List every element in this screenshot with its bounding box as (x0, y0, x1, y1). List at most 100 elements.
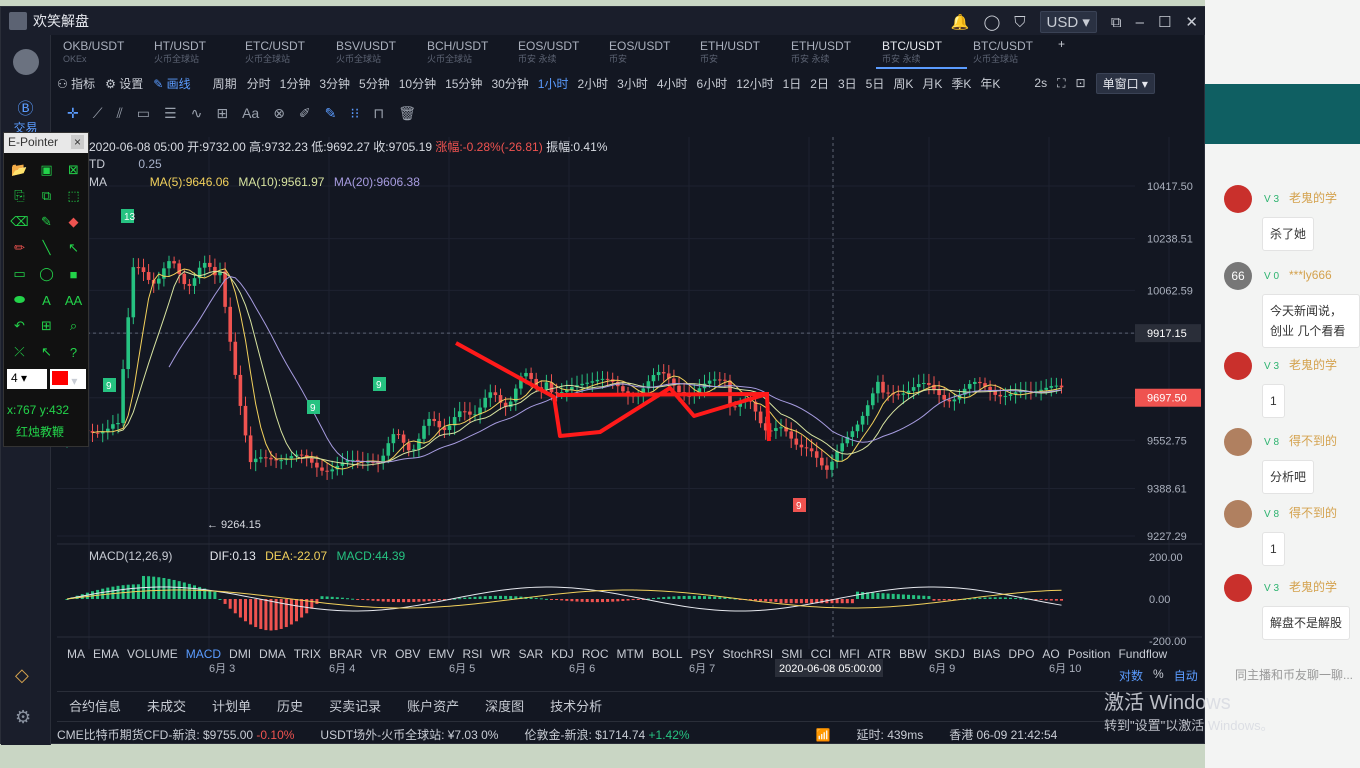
window-select[interactable]: 单窗口 ▾ (1095, 72, 1155, 94)
period-item[interactable]: 15分钟 (445, 75, 482, 92)
pen-icon[interactable]: ✏ (6, 235, 33, 261)
add-tab-icon[interactable]: + (1058, 37, 1065, 69)
percent-toggle[interactable]: % (1153, 667, 1164, 684)
wave-icon[interactable]: ∿ (191, 105, 203, 122)
help-icon[interactable]: ? (60, 339, 87, 365)
lock-icon[interactable]: ⊓ (373, 105, 384, 122)
period-item[interactable]: 2小时 (577, 75, 608, 92)
period-item[interactable]: 3分钟 (319, 75, 350, 92)
symbol-tab[interactable]: BTC/USDT 币安 永续 (876, 37, 967, 69)
picker-icon[interactable]: ✎ (33, 209, 60, 235)
popout-icon[interactable]: ⧉ (1111, 14, 1122, 31)
symbol-tab[interactable]: EOS/USDT 币安 永续 (512, 37, 603, 69)
filled-rect-icon[interactable]: ■ (60, 261, 87, 287)
bottom-tab[interactable]: 计划单 (212, 696, 251, 715)
copy-icon[interactable]: ⎘ (6, 183, 33, 209)
period-item[interactable]: 30分钟 (491, 75, 528, 92)
symbol-tab[interactable]: BTC/USDT 火币全球站 (967, 37, 1058, 69)
ellipse-icon[interactable]: ◯ (33, 261, 60, 287)
symbol-tab[interactable]: ETC/USDT 火币全球站 (239, 37, 330, 69)
indicator-item[interactable]: WR (490, 647, 510, 661)
pattern-icon[interactable]: ⊞ (216, 105, 228, 122)
filled-ellipse-icon[interactable]: ⬬ (6, 287, 33, 313)
visibility-icon[interactable]: ⁝⁝ (350, 105, 359, 122)
indicator-item[interactable]: MFI (839, 647, 860, 661)
settings-icon[interactable]: ⚙ (15, 707, 31, 728)
ruler-icon[interactable]: ✐ (299, 105, 311, 122)
epointer-size[interactable]: 4 ▾ (7, 369, 47, 389)
indicator-item[interactable]: EMV (428, 647, 454, 661)
undo-icon[interactable]: ↶ (6, 313, 33, 339)
minimize-icon[interactable]: – (1136, 14, 1144, 31)
price-chart[interactable]: 10417.50 10238.51 10062.59 9917.15 9697.50 95… (57, 129, 1202, 689)
open-icon[interactable]: 📂 (6, 157, 33, 183)
draw-button[interactable]: ✎ 画线 (153, 75, 190, 92)
indicator-item[interactable]: MTM (616, 647, 643, 661)
indicator-item[interactable]: RSI (462, 647, 482, 661)
save-icon[interactable]: ▣ (33, 157, 60, 183)
symbol-tab[interactable]: BSV/USDT 火币全球站 (330, 37, 421, 69)
symbol-tab[interactable]: EOS/USDT 币安 (603, 37, 694, 69)
rect-icon[interactable]: ▭ (6, 261, 33, 287)
period-item[interactable]: 分时 (247, 75, 271, 92)
screen-icon[interactable]: ⊠ (60, 157, 87, 183)
indicator-item[interactable]: SMI (781, 647, 802, 661)
indicator-item[interactable]: VR (370, 647, 387, 661)
indicator-item[interactable]: AO (1042, 647, 1059, 661)
pen-icon[interactable]: ✎ (325, 105, 337, 122)
trash-icon[interactable]: 🗑 (398, 105, 416, 122)
indicator-item[interactable]: BRAR (329, 647, 362, 661)
period-item[interactable]: 10分钟 (399, 75, 436, 92)
diamond-icon[interactable]: ◇ (15, 665, 29, 686)
bottom-tab[interactable]: 未成交 (147, 696, 186, 715)
indicator-item[interactable]: ATR (868, 647, 891, 661)
pointer-icon[interactable]: ↖ (33, 339, 60, 365)
indicator-item[interactable]: BBW (899, 647, 926, 661)
text-icon[interactable]: Aa (242, 105, 259, 121)
trade-nav[interactable]: Ⓑ 交易 (1, 95, 50, 136)
period-item[interactable]: 周K (893, 75, 913, 92)
eraser-icon[interactable]: ⌫ (6, 209, 33, 235)
bottom-tab[interactable]: 深度图 (485, 696, 524, 715)
stamp-icon[interactable]: ⊞ (33, 313, 60, 339)
period-item[interactable]: 3小时 (617, 75, 648, 92)
period-item[interactable]: 5日 (866, 75, 885, 92)
user-icon[interactable] (9, 12, 27, 30)
symbol-tab[interactable]: ETH/USDT 币安 永续 (785, 37, 876, 69)
bottom-tab[interactable]: 合约信息 (69, 696, 121, 715)
bell-icon[interactable]: 🔔 (951, 13, 970, 31)
indicator-item[interactable]: StochRSI (723, 647, 774, 661)
camera-icon[interactable]: ⊡ (1076, 76, 1086, 90)
close-icon[interactable]: ✕ (1185, 13, 1198, 31)
parallel-icon[interactable]: ⫽ (117, 105, 123, 122)
period-item[interactable]: 1分钟 (280, 75, 311, 92)
font-icon[interactable]: AA (60, 287, 87, 313)
period-item[interactable]: 季K (951, 75, 971, 92)
indicator-item[interactable]: DMA (259, 647, 286, 661)
hlines-icon[interactable]: ☰ (164, 105, 177, 122)
indicator-item[interactable]: VOLUME (127, 647, 178, 661)
maximize-icon[interactable]: ☐ (1158, 13, 1171, 31)
period-item[interactable]: 5分钟 (359, 75, 390, 92)
settings-button[interactable]: ⚙ 设置 (105, 75, 143, 92)
period-item[interactable]: 2日 (810, 75, 829, 92)
indicator-item[interactable]: KDJ (551, 647, 574, 661)
draw-mode-icon[interactable]: ⤫ (6, 339, 33, 365)
bottom-tab[interactable]: 账户资产 (407, 696, 459, 715)
symbol-tab[interactable]: BCH/USDT 火币全球站 (421, 37, 512, 69)
period-item[interactable]: 6小时 (697, 75, 728, 92)
bottom-tab[interactable]: 技术分析 (550, 696, 602, 715)
indicator-item[interactable]: OBV (395, 647, 420, 661)
zoom-icon[interactable]: ⌕ (60, 313, 87, 339)
indicator-item[interactable]: Fundflow (1118, 647, 1167, 661)
indicator-item[interactable]: DPO (1008, 647, 1034, 661)
chat-icon[interactable]: ◯ (983, 13, 1000, 31)
period-item[interactable]: 1日 (783, 75, 802, 92)
indicator-button[interactable]: ⚇ 指标 (57, 75, 95, 92)
currency-select[interactable]: USD ▾ (1039, 11, 1097, 33)
log-toggle[interactable]: 对数 (1119, 667, 1143, 684)
trendline-icon[interactable]: ⟋ (93, 105, 103, 122)
epointer-color[interactable]: ▾ (50, 369, 86, 389)
close-icon[interactable]: × (70, 135, 84, 149)
bottom-tab[interactable]: 买卖记录 (329, 696, 381, 715)
